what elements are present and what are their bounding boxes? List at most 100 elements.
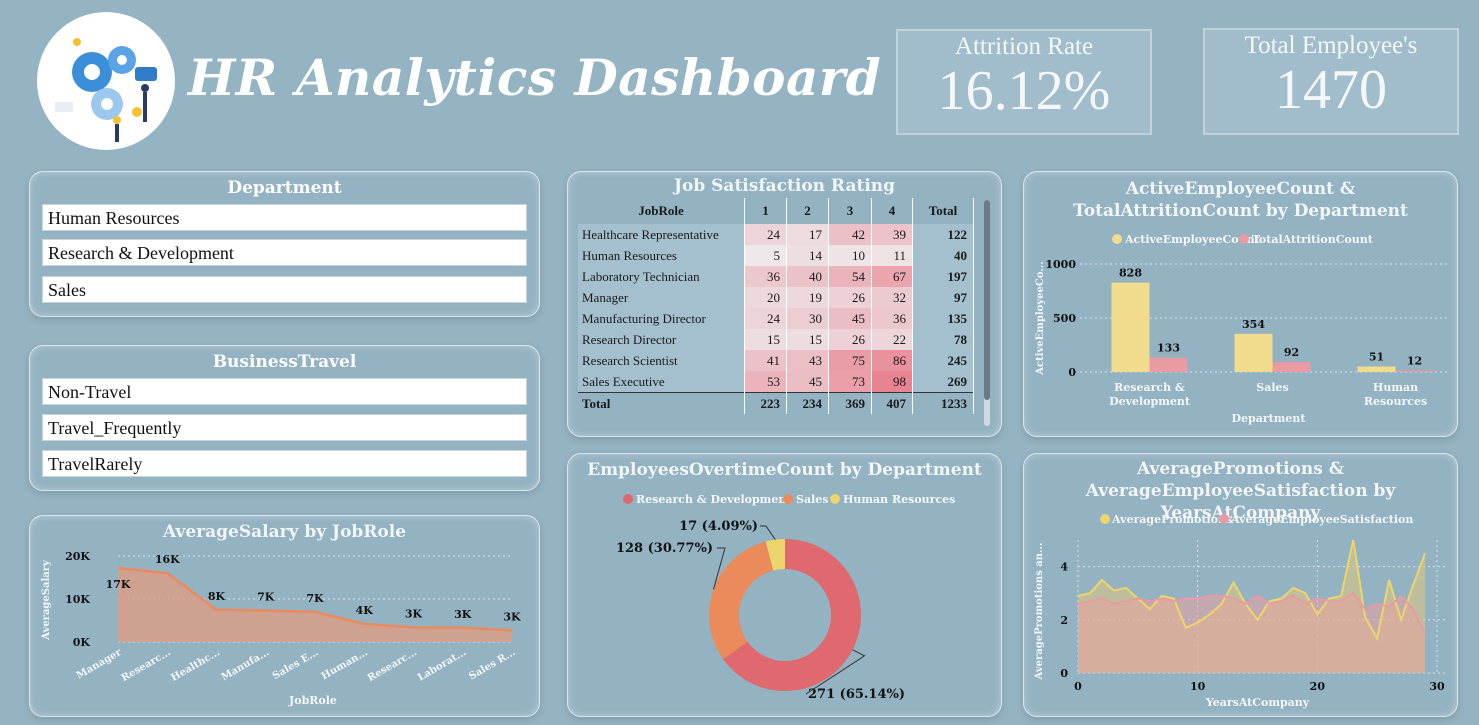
legend-marker	[1112, 234, 1122, 244]
jobrole-cell: Research Director	[578, 329, 745, 350]
leader-line	[760, 525, 776, 540]
table-row[interactable]: Human Resources 5 14 10 11 40	[578, 245, 974, 266]
x-tick-label: Manager	[75, 647, 124, 682]
rating-cell: 98	[871, 371, 913, 393]
y-tick-label: 1000	[1045, 258, 1076, 271]
legend-marker	[1219, 514, 1229, 524]
rating-cell: 42	[828, 224, 872, 245]
total-cell: 245	[912, 350, 974, 371]
job-satisfaction-card: Job Satisfaction Rating JobRole 1 2 3 4 …	[567, 171, 1002, 437]
data-label: 133	[1157, 342, 1180, 355]
x-tick-label: Laborat...	[416, 647, 468, 684]
table-row[interactable]: Research Scientist 41 43 75 86 245	[578, 350, 974, 371]
table-total-row: Total 223 234 369 407 1233	[578, 392, 974, 414]
x-tick-label: Manufa...	[220, 647, 272, 683]
data-label: 16K	[155, 553, 180, 566]
column-header[interactable]: 1	[744, 198, 787, 224]
bar	[1149, 357, 1188, 372]
rating-cell: 26	[828, 329, 872, 350]
slicer-item-research-development[interactable]: Research & Development	[42, 239, 527, 266]
data-label: 3K	[405, 607, 423, 620]
table-title: Job Satisfaction Rating	[673, 176, 896, 196]
column-header[interactable]: JobRole	[578, 198, 745, 224]
total-row-cell: 1233	[912, 392, 974, 414]
slicer-item-human-resources[interactable]: Human Resources	[42, 204, 527, 231]
rating-cell: 36	[744, 266, 787, 287]
scrollbar-thumb[interactable]	[984, 200, 990, 400]
table-scrollbar[interactable]	[984, 200, 990, 426]
column-header[interactable]: 3	[828, 198, 872, 224]
y-axis-label: AverageSalary	[41, 559, 52, 641]
y-axis-label: AveragePromotions an...	[1034, 542, 1045, 680]
table-row[interactable]: Laboratory Technician 36 40 54 67 197	[578, 266, 974, 287]
rating-cell: 11	[871, 245, 913, 266]
y-tick-label: 2	[1060, 614, 1068, 627]
data-label: 7K	[306, 592, 324, 605]
slicer-item-sales[interactable]: Sales	[42, 276, 527, 303]
rating-cell: 20	[744, 287, 787, 308]
legend-marker	[1239, 234, 1249, 244]
legend-marker	[1100, 514, 1110, 524]
data-label: 7K	[257, 591, 275, 604]
legend-label: TotalAttritionCount	[1252, 233, 1374, 246]
x-tick-label: 10	[1190, 680, 1206, 693]
data-label: 3K	[503, 610, 521, 623]
job-satisfaction-table-wrap: JobRole 1 2 3 4 Total Healthcare Represe…	[578, 198, 974, 414]
column-header[interactable]: Total	[912, 198, 974, 224]
legend-label: Human Resources	[843, 493, 955, 506]
slicer-item-travel-frequently[interactable]: Travel_Frequently	[42, 414, 527, 441]
y-axis-label: ActiveEmployeeCo...	[1035, 261, 1046, 376]
total-cell: 97	[912, 287, 974, 308]
table-row[interactable]: Research Director 15 15 26 22 78	[578, 329, 974, 350]
jobrole-cell: Manufacturing Director	[578, 308, 745, 329]
column-header[interactable]: 4	[871, 198, 913, 224]
total-cell: 78	[912, 329, 974, 350]
rating-cell: 22	[871, 329, 913, 350]
y-tick-label: 4	[1060, 561, 1068, 574]
rating-cell: 30	[786, 308, 829, 329]
table-row[interactable]: Sales Executive 53 45 73 98 269	[578, 371, 974, 393]
legend-label: Sales	[796, 493, 828, 506]
total-cell: 40	[912, 245, 974, 266]
bar	[1111, 282, 1150, 372]
rating-cell: 19	[786, 287, 829, 308]
table-row[interactable]: Manufacturing Director 24 30 45 36 135	[578, 308, 974, 329]
rating-cell: 24	[744, 224, 787, 245]
x-tick-label: Researc...	[366, 647, 419, 684]
total-cell: 122	[912, 224, 974, 245]
table-row[interactable]: Healthcare Representative 24 17 42 39 122	[578, 224, 974, 245]
total-cell: 197	[912, 266, 974, 287]
x-tick-label: Research &	[1114, 381, 1185, 394]
active-attrition-card: ActiveEmployeeCount & TotalAttritionCoun…	[1023, 171, 1458, 437]
slicer-item-non-travel[interactable]: Non-Travel	[42, 378, 527, 405]
column-header[interactable]: 2	[786, 198, 829, 224]
total-row-cell: 223	[744, 392, 787, 414]
total-cell: 135	[912, 308, 974, 329]
legend-marker	[783, 494, 793, 504]
x-tick-label: 0	[1074, 680, 1082, 693]
table-row[interactable]: Manager 20 19 26 32 97	[578, 287, 974, 308]
total-row-cell: Total	[578, 392, 745, 414]
data-label: 271 (65.14%)	[808, 687, 905, 702]
slicer-title: BusinessTravel	[212, 352, 357, 372]
donut-slice	[709, 541, 774, 660]
kpi-value: 1470	[1275, 59, 1387, 121]
bar	[1395, 370, 1434, 372]
x-tick-label: Sales R...	[467, 647, 517, 682]
data-label: 51	[1369, 350, 1384, 363]
rating-cell: 45	[828, 308, 872, 329]
department-slicer: Department Human Resources Research & De…	[29, 171, 540, 317]
rating-cell: 45	[786, 371, 829, 393]
rating-cell: 15	[786, 329, 829, 350]
slicer-item-travel-rarely[interactable]: TravelRarely	[42, 450, 527, 477]
x-tick-label: Sales	[1256, 381, 1288, 394]
job-satisfaction-table: JobRole 1 2 3 4 Total Healthcare Represe…	[578, 198, 974, 414]
x-tick-label: Sales E...	[271, 647, 321, 682]
total-row-cell: 407	[871, 392, 913, 414]
legend-label: AveragePromotions	[1111, 513, 1232, 526]
business-travel-slicer: BusinessTravel Non-Travel Travel_Frequen…	[29, 345, 540, 491]
rating-cell: 15	[744, 329, 787, 350]
jobrole-cell: Sales Executive	[578, 371, 745, 393]
rating-cell: 75	[828, 350, 872, 371]
rating-cell: 73	[828, 371, 872, 393]
